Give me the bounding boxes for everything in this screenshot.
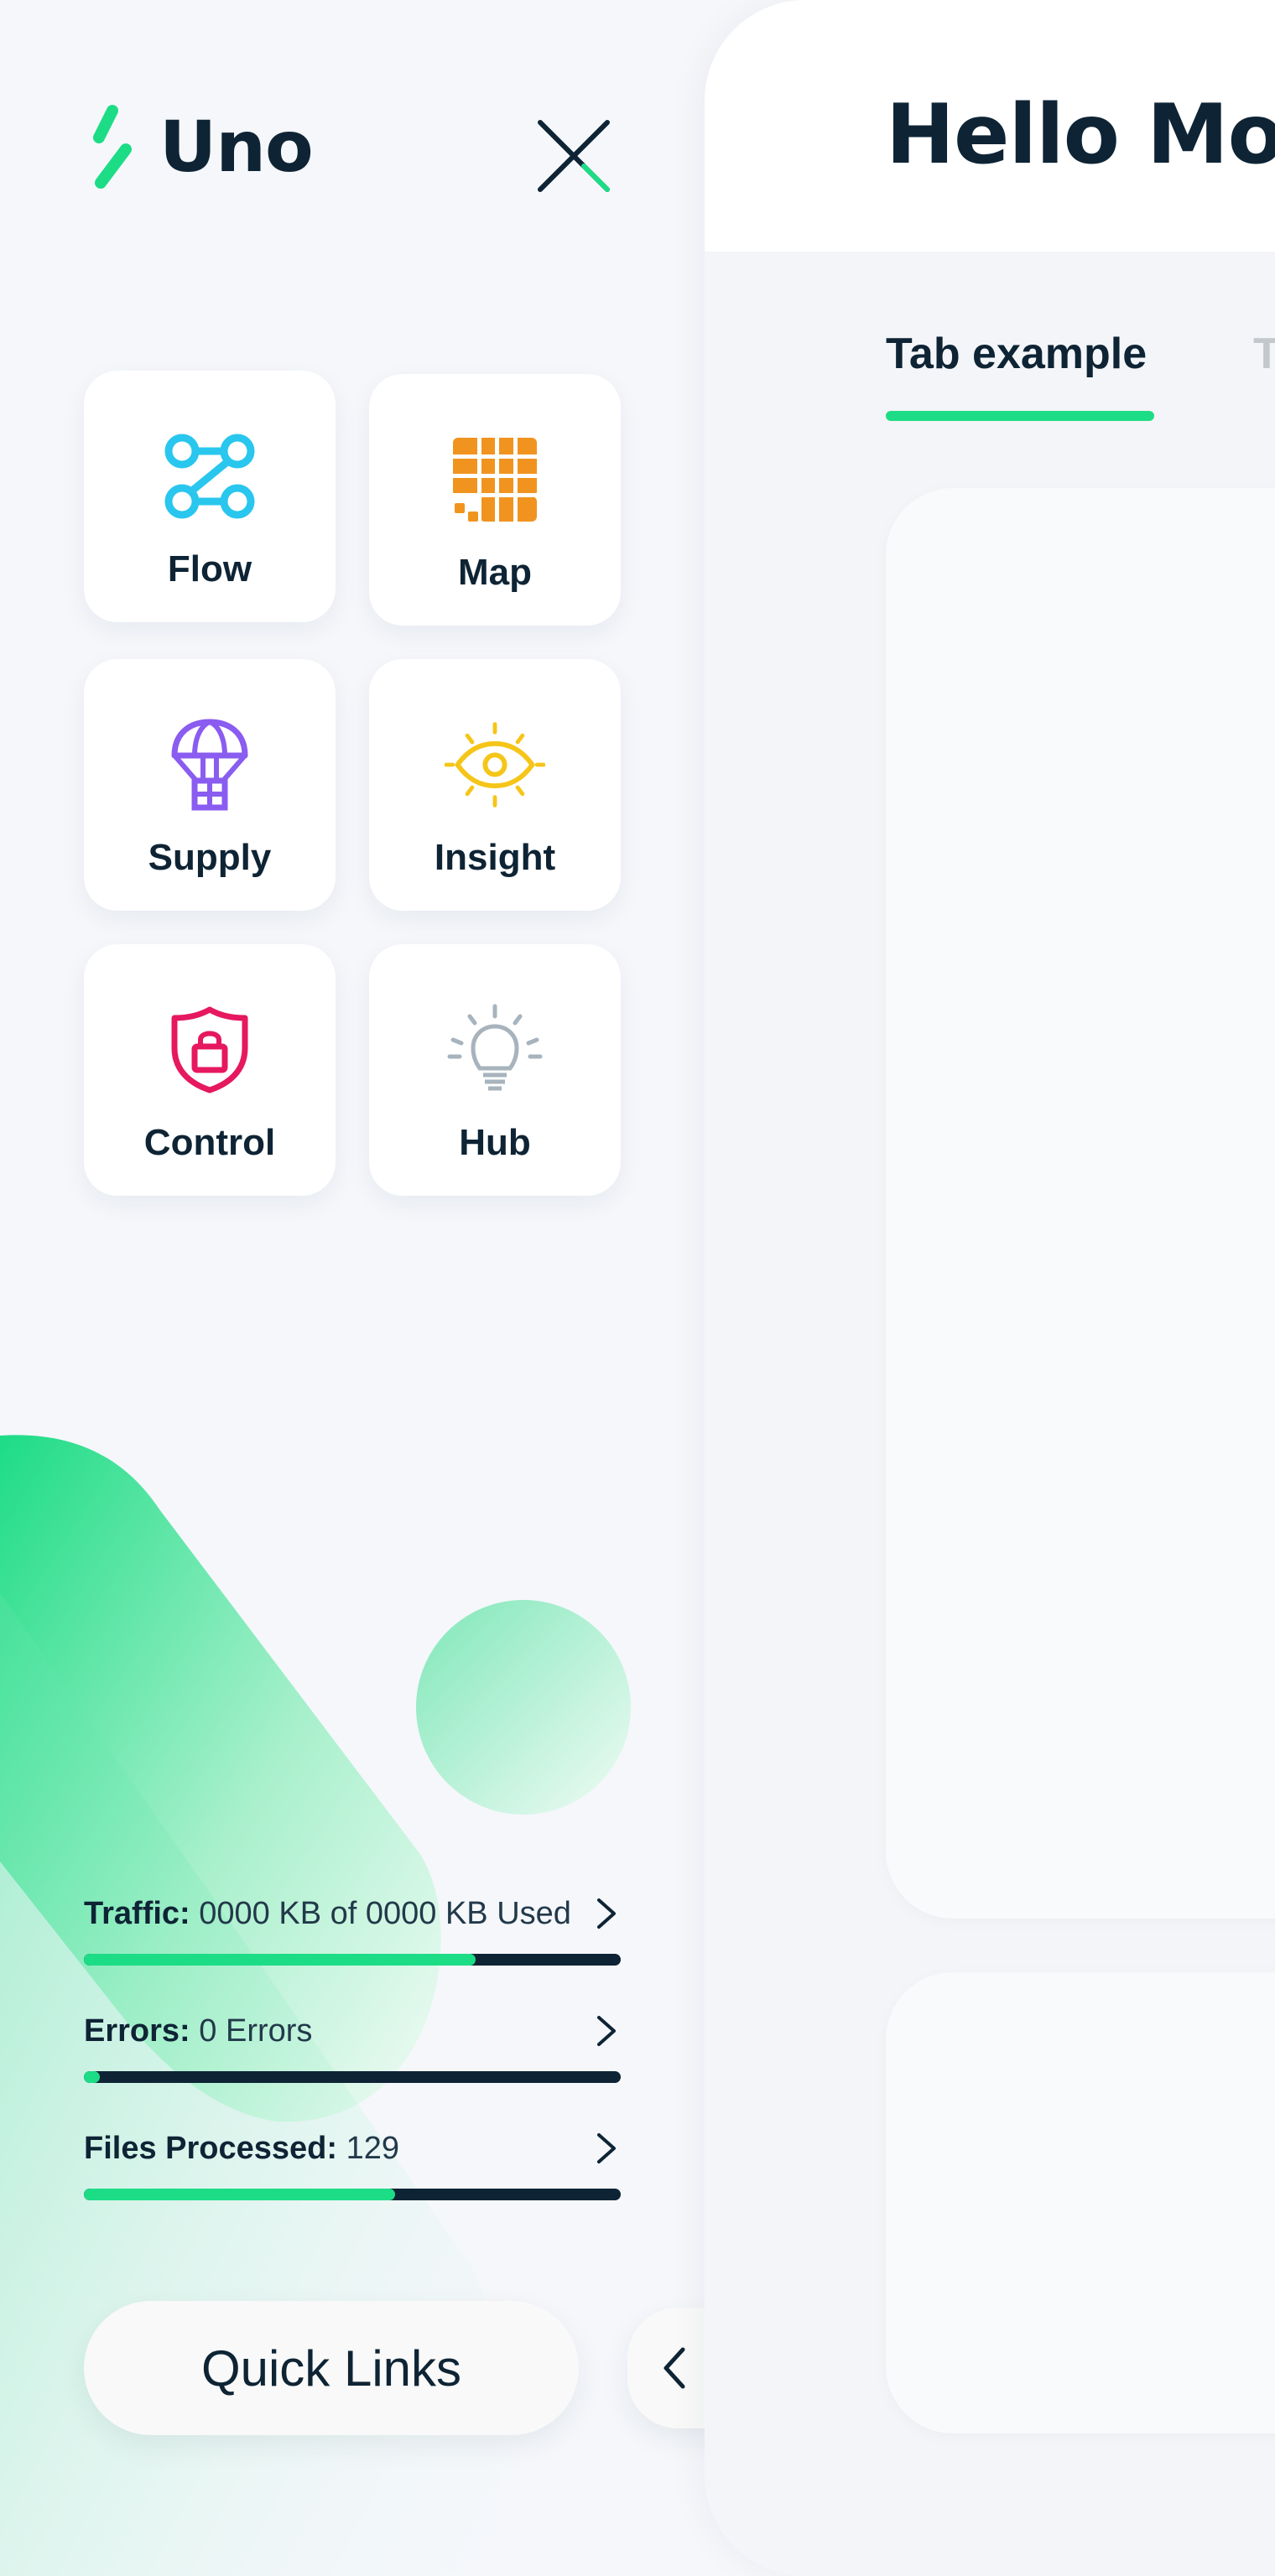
close-icon xyxy=(538,120,610,192)
chevron-right-icon[interactable] xyxy=(591,1895,621,1932)
module-label: Flow xyxy=(167,548,252,589)
shield-lock-icon xyxy=(159,1000,260,1100)
module-tile-hub[interactable]: Hub xyxy=(369,944,621,1196)
tab-second[interactable]: T xyxy=(1253,329,1275,379)
stat-files-processed: Files Processed: 129 xyxy=(84,2127,621,2200)
stat-label: Files Processed: xyxy=(84,2130,338,2166)
page-title: Hello Mot xyxy=(886,87,1275,183)
progress-fill xyxy=(84,2189,396,2200)
chevron-right-icon[interactable] xyxy=(591,2130,621,2167)
files-progress-bar xyxy=(84,2189,621,2200)
map-grid-icon xyxy=(445,429,545,530)
parachute-icon xyxy=(159,714,260,815)
module-label: Map xyxy=(458,552,532,593)
stat-value: 129 xyxy=(346,2130,400,2166)
flow-icon xyxy=(159,426,260,527)
logo-mark-icon xyxy=(93,105,132,189)
module-tile-map[interactable]: Map xyxy=(369,374,621,626)
quick-links-button[interactable]: Quick Links xyxy=(84,2301,579,2435)
app-logo[interactable]: Uno xyxy=(81,101,314,193)
stat-errors: Errors: 0 Errors xyxy=(84,2009,621,2083)
eye-icon xyxy=(445,714,545,815)
close-button[interactable] xyxy=(533,116,614,196)
stat-traffic: Traffic: 0000 KB of 0000 KB Used xyxy=(84,1892,621,1966)
main-panel: Hello Mot Tab example T xyxy=(705,0,1275,2576)
stat-value: 0 Errors xyxy=(199,2012,313,2049)
lightbulb-icon xyxy=(445,1000,545,1100)
module-label: Insight xyxy=(434,837,556,878)
stat-value: 0000 KB of 0000 KB Used xyxy=(199,1895,571,1931)
traffic-progress-bar xyxy=(84,1954,621,1966)
module-tile-control[interactable]: Control xyxy=(84,944,336,1196)
app-name: Uno xyxy=(159,106,314,188)
content-card-secondary xyxy=(886,1972,1275,2433)
module-tile-supply[interactable]: Supply xyxy=(84,659,336,911)
module-label: Supply xyxy=(148,837,272,878)
module-tile-flow[interactable]: Flow xyxy=(84,371,336,622)
progress-fill xyxy=(84,1954,476,1966)
module-label: Hub xyxy=(459,1122,531,1163)
errors-progress-bar xyxy=(84,2071,621,2083)
chevron-right-icon[interactable] xyxy=(591,2012,621,2049)
active-tab-indicator xyxy=(886,411,1154,421)
content-card xyxy=(886,488,1275,1919)
stat-label: Errors: xyxy=(84,2012,190,2049)
module-tile-insight[interactable]: Insight xyxy=(369,659,621,911)
progress-fill xyxy=(84,2071,101,2083)
chevron-left-icon xyxy=(664,2347,685,2389)
stat-label: Traffic: xyxy=(84,1895,190,1931)
module-label: Control xyxy=(143,1122,276,1163)
tab-example[interactable]: Tab example xyxy=(886,329,1147,379)
